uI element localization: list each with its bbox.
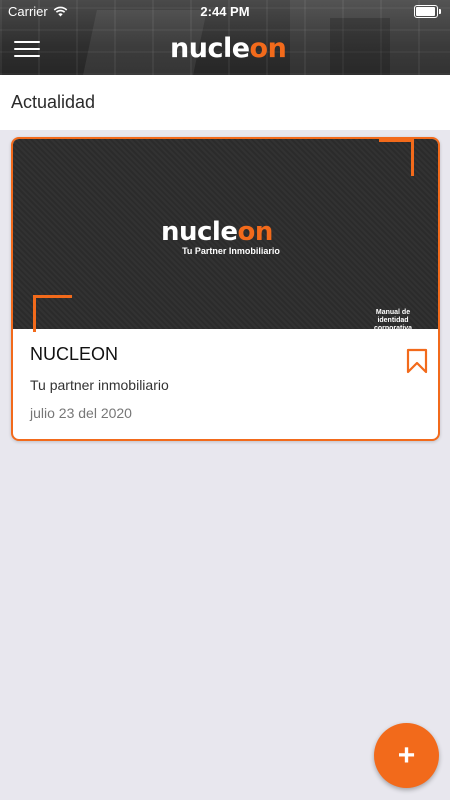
card-date: julio 23 del 2020 [30,405,132,421]
section-header: Actualidad [0,75,450,130]
banner-logo: nucleon [161,217,273,247]
banner-corner-accent [379,139,414,176]
card-banner-image: nucleon Tu Partner Inmobiliario Manual d… [13,139,438,332]
hamburger-menu-icon[interactable] [14,40,40,58]
app-header: Carrier 2:44 PM nucleon [0,0,450,75]
card-title: NUCLEON [30,344,119,364]
banner-corner-accent [33,295,72,332]
card-subtitle: Tu partner inmobiliario [30,377,169,393]
banner-manual-text: Manual de identidad corporativa [373,309,413,332]
banner-logo-accent-text: on [237,217,273,247]
bookmark-icon[interactable] [406,348,428,374]
logo-accent-text: on [249,33,287,64]
plus-icon: + [397,738,416,772]
banner-logo-text: nucle [161,217,238,247]
section-title: Actualidad [11,92,96,112]
battery-icon [414,5,441,18]
add-button[interactable]: + [374,723,439,788]
status-bar: Carrier 2:44 PM [0,0,450,22]
header-logo: nucleon [170,32,287,66]
banner-tagline: Tu Partner Inmobiliario [182,246,280,256]
status-time: 2:44 PM [200,4,250,19]
header-background-building [330,18,390,75]
news-card[interactable]: nucleon Tu Partner Inmobiliario Manual d… [11,137,440,441]
logo-text: nucle [170,33,250,64]
